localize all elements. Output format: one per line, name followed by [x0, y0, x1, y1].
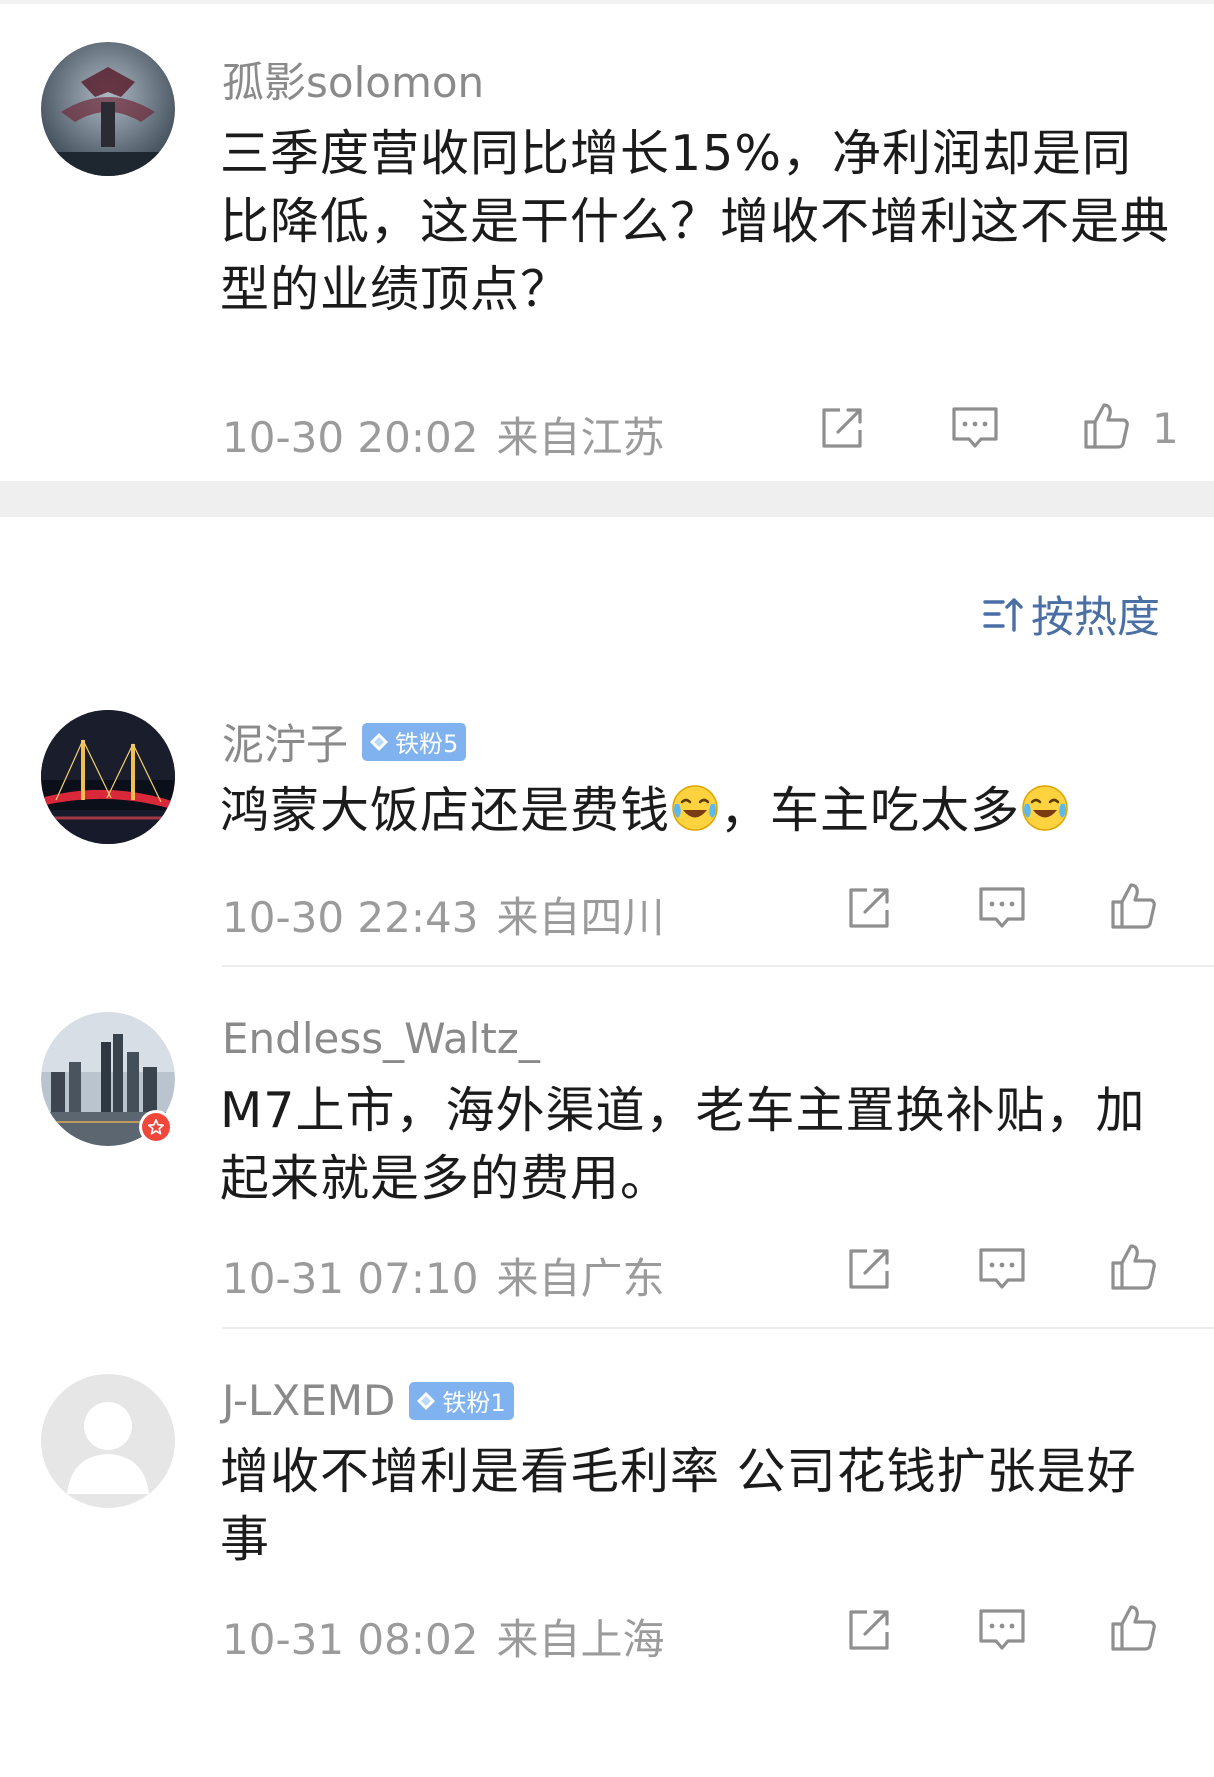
sort-icon [983, 598, 1023, 632]
comment-text: M7上市，海外渠道，老车主置换补贴，加起来就是多的费用。 [220, 1082, 1146, 1207]
top-divider [0, 0, 1214, 4]
location: 来自江苏 [496, 413, 665, 462]
timestamp: 10-31 07:10 [222, 1254, 479, 1303]
section-gap [0, 481, 1214, 517]
like-icon[interactable] [1107, 880, 1159, 932]
like-icon[interactable] [1107, 1241, 1159, 1293]
avatar[interactable] [41, 710, 175, 844]
username[interactable]: Endless_Waltz_ [222, 1014, 540, 1063]
sort-button[interactable]: 按热度 [981, 583, 1160, 645]
comment-text-part: 鸿蒙大饭店还是费钱 [220, 782, 671, 839]
laugh-cry-emoji [1020, 783, 1070, 833]
verified-badge [139, 1110, 173, 1144]
comment-text: 三季度营收同比增长15%，净利润却是同比降低，这是干什么？增收不增利这不是典型的… [220, 125, 1171, 318]
username-text[interactable]: J-LXEMD [222, 1376, 395, 1425]
avatar[interactable] [41, 42, 175, 176]
comment-icon[interactable] [976, 1243, 1028, 1295]
share-icon[interactable] [843, 882, 895, 934]
share-icon[interactable] [843, 1604, 895, 1656]
diamond-icon [368, 731, 390, 753]
username[interactable]: 孤影solomon [222, 49, 484, 110]
comment-meta: 10-30 22:43 来自四川 [222, 884, 664, 945]
sort-label[interactable]: 按热度 [1031, 583, 1160, 645]
comment-meta: 10-31 08:02 来自上海 [222, 1606, 664, 1667]
comment-icon[interactable] [949, 402, 1001, 454]
username-text[interactable]: 泥泞子 [222, 711, 348, 772]
divider [222, 1327, 1214, 1329]
comment-text: 增收不增利是看毛利率 公司花钱扩张是好事 [220, 1443, 1137, 1568]
comment-meta: 10-30 20:02 来自江苏 [222, 404, 664, 465]
share-icon[interactable] [843, 1243, 895, 1295]
like-icon[interactable] [1080, 400, 1132, 452]
comment-meta: 10-31 07:10 来自广东 [222, 1245, 664, 1306]
username[interactable]: J-LXEMD 铁粉1 [222, 1376, 514, 1425]
comment-icon[interactable] [976, 882, 1028, 934]
avatar[interactable] [41, 1012, 175, 1146]
location: 来自广东 [496, 1254, 665, 1303]
timestamp: 10-30 20:02 [222, 413, 479, 462]
like-icon[interactable] [1107, 1602, 1159, 1654]
star-icon [147, 1118, 165, 1135]
avatar[interactable] [41, 1374, 175, 1508]
timestamp: 10-31 08:02 [222, 1615, 479, 1664]
timestamp: 10-30 22:43 [222, 893, 479, 942]
username-text[interactable]: Endless_Waltz_ [222, 1014, 540, 1063]
fan-badge: 铁粉1 [409, 1381, 514, 1420]
location: 来自上海 [496, 1615, 665, 1664]
like-count: 1 [1152, 404, 1179, 453]
laugh-cry-emoji [670, 783, 720, 833]
badge-text: 铁粉1 [442, 1389, 506, 1417]
fan-badge: 铁粉5 [362, 722, 467, 761]
divider [222, 965, 1214, 967]
comment-text-part: ，车主吃太多 [720, 782, 1021, 839]
username-text[interactable]: 孤影solomon [222, 49, 484, 110]
location: 来自四川 [496, 893, 665, 942]
comment-text: 鸿蒙大饭店还是费钱 ，车主吃太多 [220, 777, 1180, 845]
badge-text: 铁粉5 [395, 730, 459, 758]
username[interactable]: 泥泞子 铁粉5 [222, 711, 467, 772]
share-icon[interactable] [816, 402, 868, 454]
diamond-icon [415, 1390, 437, 1412]
comment-icon[interactable] [976, 1604, 1028, 1656]
